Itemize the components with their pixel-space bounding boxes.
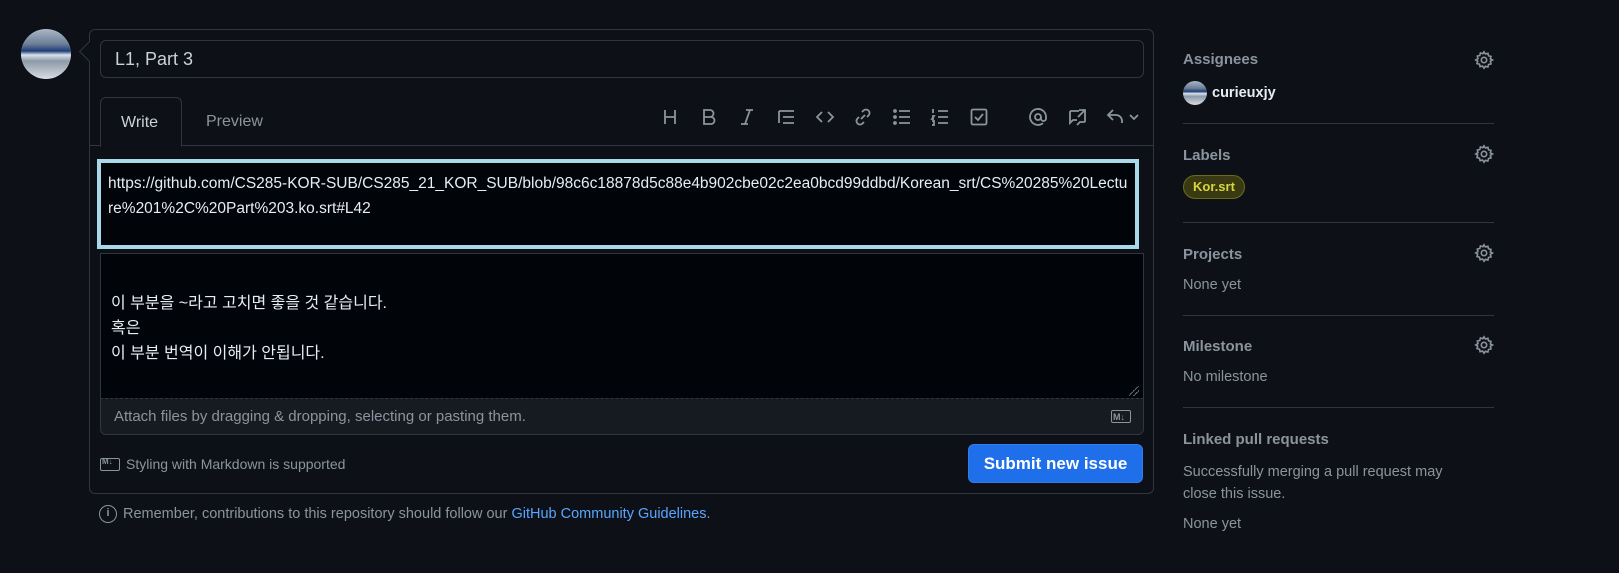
editor-tab-bar: Write Preview [90,97,1153,147]
italic-icon[interactable] [735,105,759,129]
bold-icon[interactable] [696,105,720,129]
new-issue-form: L1, Part 3 Write Preview https://github.… [89,29,1154,494]
bulleted-list-icon[interactable] [890,105,914,129]
tab-preview[interactable]: Preview [186,97,283,147]
projects-value: None yet [1183,277,1242,293]
assignee-username: curieuxjy [1212,85,1276,101]
markdown-note-text: Styling with Markdown is supported [126,456,346,472]
issue-body-link-text[interactable]: https://github.com/CS285-KOR-SUB/CS285_2… [97,159,1139,249]
milestone-heading[interactable]: Milestone [1183,338,1252,355]
sidebar-linked-prs: Linked pull requests Successfully mergin… [1183,408,1494,573]
guidelines-suffix: . [706,506,711,522]
author-avatar[interactable] [21,29,71,79]
undo-icon[interactable] [1105,105,1141,129]
labels-heading[interactable]: Labels [1183,147,1231,164]
issue-body-textarea[interactable]: 이 부분을 ~라고 고치면 좋을 것 같습니다. 혹은 이 부분 번역이 이해가… [100,253,1144,398]
attach-hint: Attach files by dragging & dropping, sel… [114,408,526,425]
markdown-support-note: Styling with Markdown is supported [100,456,345,472]
assignee-user[interactable]: curieuxjy [1183,81,1276,105]
sidebar-projects: Projects None yet [1183,223,1495,316]
milestone-value: No milestone [1183,369,1268,385]
submit-issue-button[interactable]: Submit new issue [968,444,1143,483]
quote-icon[interactable] [774,105,798,129]
file-attach-bar[interactable]: Attach files by dragging & dropping, sel… [100,398,1144,435]
labels-gear-icon[interactable] [1474,144,1495,164]
resize-handle-icon[interactable] [1129,386,1139,396]
numbered-list-icon[interactable] [928,105,952,129]
code-icon[interactable] [813,105,837,129]
linked-prs-description: Successfully merging a pull request may … [1183,464,1443,502]
assignees-gear-icon[interactable] [1474,50,1495,70]
heading-icon[interactable] [658,105,682,129]
label-chip[interactable]: Kor.srt [1183,175,1245,199]
info-icon: i [99,505,117,523]
guidelines-prefix: Remember, contributions to this reposito… [123,506,508,522]
linked-prs-heading: Linked pull requests [1183,431,1329,448]
linked-prs-value: None yet [1183,516,1242,532]
milestone-gear-icon[interactable] [1474,335,1495,355]
projects-heading[interactable]: Projects [1183,246,1242,263]
sidebar-assignees: Assignees curieuxjy [1183,0,1495,124]
sidebar-milestone: Milestone No milestone [1183,316,1495,408]
mention-icon[interactable] [1026,105,1050,129]
task-list-icon[interactable] [967,105,991,129]
projects-gear-icon[interactable] [1474,243,1495,263]
tab-write[interactable]: Write [100,97,182,147]
issue-title-input[interactable]: L1, Part 3 [100,40,1144,78]
sidebar-labels: Labels Kor.srt [1183,124,1495,223]
assignee-avatar [1183,81,1207,105]
contribution-guidelines-note: i Remember, contributions to this reposi… [99,505,711,523]
assignees-heading[interactable]: Assignees [1183,51,1258,68]
issue-body-text: 이 부분을 ~라고 고치면 좋을 것 같습니다. 혹은 이 부분 번역이 이해가… [111,295,387,362]
markdown-badge-icon [100,457,120,471]
reference-icon[interactable] [1065,105,1089,129]
markdown-icon[interactable] [1111,399,1131,435]
community-guidelines-link[interactable]: GitHub Community Guidelines [511,506,706,522]
link-icon[interactable] [851,105,875,129]
